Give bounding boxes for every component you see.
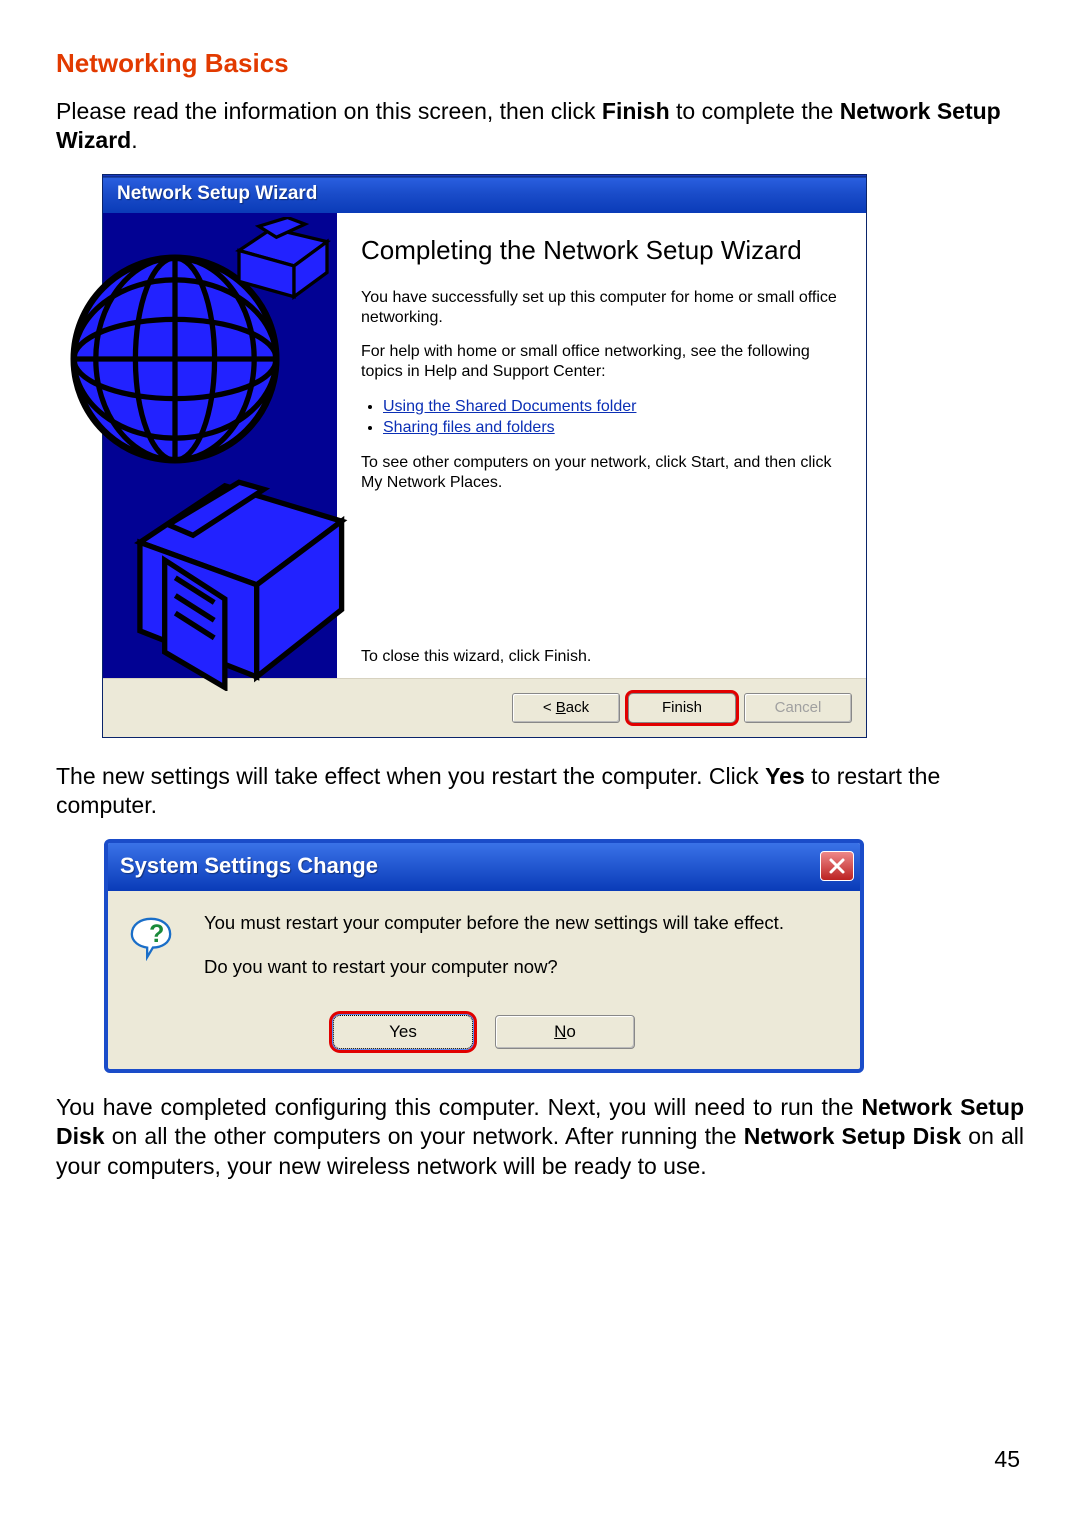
wizard-window: Network Setup Wizard	[102, 174, 867, 738]
dialog-line: Do you want to restart your computer now…	[204, 955, 784, 979]
text-bold: Network Setup Disk	[744, 1123, 961, 1149]
page-number: 45	[994, 1446, 1020, 1473]
text: You have completed configuring this comp…	[56, 1094, 861, 1120]
text-bold: Yes	[765, 763, 805, 789]
wizard-body: Completing the Network Setup Wizard You …	[103, 213, 866, 678]
text: on all the other computers on your netwo…	[105, 1123, 744, 1149]
finish-button[interactable]: Finish	[628, 693, 736, 723]
close-button[interactable]	[820, 851, 854, 881]
dialog-text: You must restart your computer before th…	[204, 911, 784, 999]
dialog-body: ? You must restart your computer before …	[108, 891, 860, 1011]
yes-button[interactable]: Yes	[333, 1015, 473, 1049]
text: The new settings will take effect when y…	[56, 763, 765, 789]
wizard-link-list: Using the Shared Documents folder Sharin…	[361, 396, 846, 439]
text: to complete the	[670, 98, 840, 124]
mid-paragraph: The new settings will take effect when y…	[56, 762, 1024, 821]
dialog-titlebar: System Settings Change	[108, 843, 860, 891]
cancel-button: Cancel	[744, 693, 852, 723]
wizard-help-link[interactable]: Using the Shared Documents folder	[383, 398, 636, 415]
dialog-title: System Settings Change	[120, 853, 378, 879]
text: .	[131, 127, 137, 153]
text: <	[543, 699, 556, 716]
text: B	[556, 699, 566, 716]
wizard-para: You have successfully set up this comput…	[361, 288, 846, 328]
svg-text:?: ?	[149, 920, 164, 948]
printer-large-icon	[129, 461, 349, 691]
wizard-help-link[interactable]: Sharing files and folders	[383, 419, 555, 436]
dialog-window: System Settings Change ? You must restar…	[104, 839, 864, 1073]
text: Please read the information on this scre…	[56, 98, 602, 124]
no-button[interactable]: No	[495, 1015, 635, 1049]
printer-icon	[228, 217, 338, 317]
wizard-para: For help with home or small office netwo…	[361, 342, 846, 382]
intro-paragraph: Please read the information on this scre…	[56, 97, 1024, 156]
wizard-heading: Completing the Network Setup Wizard	[361, 235, 846, 266]
wizard-content: Completing the Network Setup Wizard You …	[337, 213, 866, 678]
end-paragraph: You have completed configuring this comp…	[56, 1093, 1024, 1181]
text-bold: Finish	[602, 98, 670, 124]
section-title: Networking Basics	[56, 48, 1024, 79]
text: o	[566, 1022, 575, 1041]
wizard-close-hint: To close this wizard, click Finish.	[361, 648, 591, 666]
wizard-titlebar: Network Setup Wizard	[103, 175, 866, 213]
back-button[interactable]: < Back	[512, 693, 620, 723]
dialog-line: You must restart your computer before th…	[204, 911, 784, 935]
text: ack	[566, 699, 589, 716]
text: N	[554, 1022, 566, 1041]
wizard-sidebar-image	[103, 213, 337, 678]
wizard-para: To see other computers on your network, …	[361, 453, 846, 493]
close-icon	[828, 857, 846, 875]
dialog-footer: Yes No	[108, 1011, 860, 1069]
question-icon: ?	[128, 915, 174, 961]
